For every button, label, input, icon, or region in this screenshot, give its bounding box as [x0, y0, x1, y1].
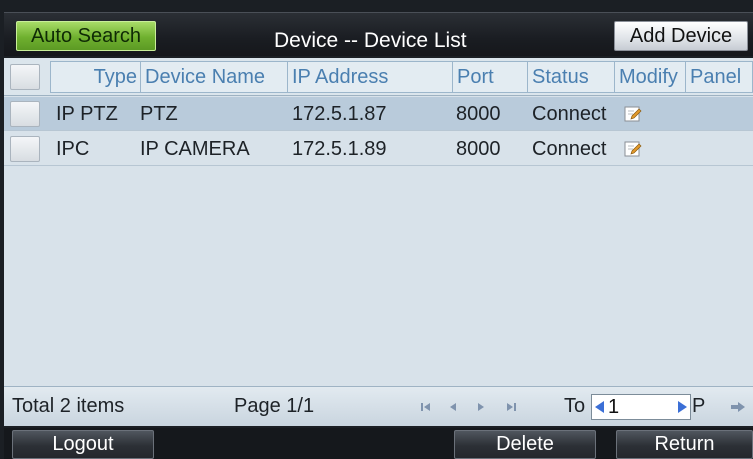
device-table: Type Device Name IP Address Port Status …	[4, 58, 753, 386]
cell-port: 8000	[456, 138, 501, 160]
first-page-icon[interactable]	[419, 400, 433, 414]
auto-search-button[interactable]: Auto Search	[16, 21, 156, 51]
column-header-status[interactable]: Status	[527, 61, 615, 93]
total-items: Total 2 items	[12, 395, 125, 417]
page-title: Device -- Device List	[274, 29, 467, 52]
increment-arrow-icon[interactable]	[677, 400, 689, 414]
table-row[interactable]: IP PTZ PTZ 172.5.1.87 8000 Connect	[4, 97, 753, 131]
add-device-button[interactable]: Add Device	[614, 21, 748, 51]
page-number-value: 1	[608, 396, 620, 418]
go-arrow-icon[interactable]	[730, 400, 746, 414]
cell-status: Connect	[532, 138, 607, 160]
title-bar: Auto Search Device -- Device List Add De…	[4, 12, 753, 56]
select-all-checkbox[interactable]	[10, 64, 40, 90]
column-header-type[interactable]: Type	[50, 61, 142, 93]
cell-port: 8000	[456, 103, 501, 125]
bottom-toolbar: Logout Delete Return	[4, 428, 753, 459]
page-indicator: Page 1/1	[234, 395, 315, 417]
decrement-arrow-icon[interactable]	[593, 400, 605, 414]
next-page-icon[interactable]	[474, 400, 488, 414]
row-checkbox[interactable]	[10, 136, 40, 162]
column-header-modify[interactable]: Modify	[614, 61, 686, 93]
cell-type: IP PTZ	[56, 103, 118, 125]
logout-button[interactable]: Logout	[12, 430, 154, 459]
row-checkbox[interactable]	[10, 101, 40, 127]
return-button[interactable]: Return	[616, 430, 753, 459]
pagination-bar: Total 2 items Page 1/1 To 1 P	[4, 386, 753, 426]
cell-ip-address: 172.5.1.89	[292, 138, 387, 160]
column-header-ip-address[interactable]: IP Address	[287, 61, 453, 93]
column-header-port[interactable]: Port	[452, 61, 528, 93]
delete-button[interactable]: Delete	[454, 430, 596, 459]
table-row[interactable]: IPC IP CAMERA 172.5.1.89 8000 Connect	[4, 132, 753, 166]
page-unit-label: P	[692, 395, 706, 417]
table-header: Type Device Name IP Address Port Status …	[4, 58, 753, 96]
column-header-device-name[interactable]: Device Name	[140, 61, 288, 93]
cell-status: Connect	[532, 103, 607, 125]
edit-pencil-icon[interactable]	[624, 140, 642, 158]
cell-device-name: PTZ	[140, 103, 178, 125]
cell-ip-address: 172.5.1.87	[292, 103, 387, 125]
column-header-panel[interactable]: Panel	[685, 61, 753, 93]
device-list-window: Auto Search Device -- Device List Add De…	[0, 0, 753, 459]
page-number-input[interactable]: 1	[591, 394, 691, 420]
cell-device-name: IP CAMERA	[140, 138, 250, 160]
prev-page-icon[interactable]	[446, 400, 460, 414]
edit-pencil-icon[interactable]	[624, 105, 642, 123]
last-page-icon[interactable]	[504, 400, 518, 414]
cell-type: IPC	[56, 138, 90, 160]
to-label: To	[564, 395, 586, 417]
